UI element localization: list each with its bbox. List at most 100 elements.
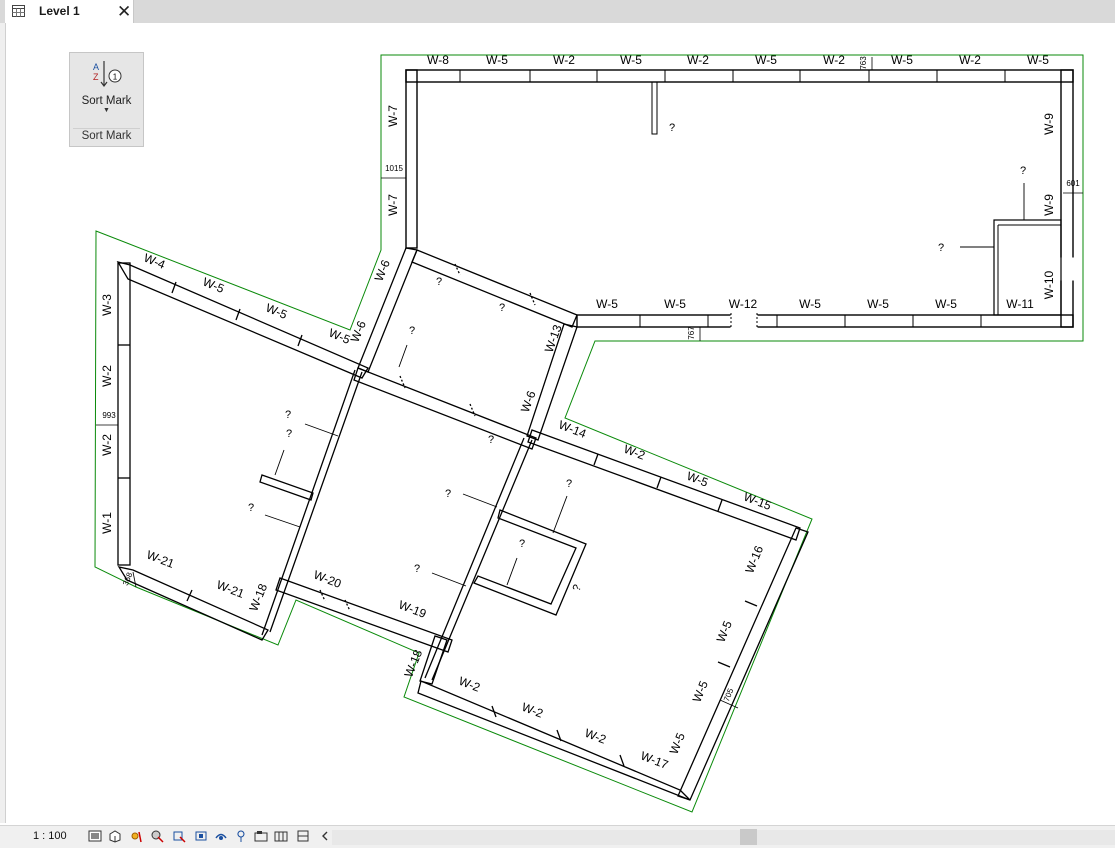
reveal-hidden-icon[interactable] — [254, 829, 268, 843]
chevron-down-icon[interactable]: ▼ — [70, 107, 143, 114]
wall-tag: W-14 — [557, 418, 589, 441]
wall-tag: W-8 — [427, 53, 449, 67]
svg-text:A: A — [93, 62, 99, 72]
floor-plan-icon — [12, 5, 25, 17]
panel-title: Sort Mark — [81, 130, 132, 142]
unknown-tag: ? — [499, 302, 505, 314]
wall-tag: W-12 — [729, 297, 758, 311]
wall-tag: W-7 — [386, 105, 400, 127]
wall-tag: W-6 — [372, 257, 393, 283]
unknown-tag: ? — [571, 583, 584, 593]
wall-tag: W-5 — [935, 297, 957, 311]
unknown-tag: ? — [566, 478, 572, 490]
wall-tag: W-4 — [142, 251, 168, 272]
unknown-tag: ? — [248, 502, 254, 514]
wall-tag: W-2 — [687, 53, 709, 67]
wall-tag: W-3 — [100, 294, 114, 316]
shadows-icon[interactable] — [150, 829, 164, 843]
wall-tag: W-10 — [1042, 270, 1056, 299]
wall-tag: W-9 — [1042, 194, 1056, 216]
wall-tag: W-2 — [622, 442, 648, 463]
dimension-value: 767 — [687, 326, 696, 340]
wall-tag: W-5 — [891, 53, 913, 67]
sun-path-icon[interactable] — [128, 829, 142, 843]
wall-tag: W-2 — [457, 674, 483, 695]
wall-tag: W-6 — [348, 318, 369, 344]
panel-divider — [73, 128, 140, 129]
view-control-bar: 1 : 100 — [0, 825, 1115, 848]
wall-tag: W-5 — [664, 297, 686, 311]
wall-tag: W-2 — [520, 700, 546, 721]
wall-tag: W-20 — [312, 568, 344, 591]
dimension-value: 1015 — [385, 164, 403, 173]
wall-tag: W-13 — [542, 323, 565, 355]
wall-tag: W-5 — [755, 53, 777, 67]
dimension-lines — [96, 57, 1083, 709]
wall-tag: W-5 — [1027, 53, 1049, 67]
detail-level-icon[interactable] — [88, 829, 102, 843]
unknown-tag: ? — [286, 428, 292, 440]
show-crop-icon[interactable] — [194, 829, 208, 843]
leader-lines — [264, 183, 1025, 587]
sort-mark-panel: A Z 1 Sort Mark ▼ Sort Mark — [69, 52, 144, 147]
wall-tag: W-2 — [553, 53, 575, 67]
wall-tag: W-16 — [742, 543, 766, 575]
visual-style-icon[interactable] — [108, 829, 122, 843]
wall-group-upper — [405, 69, 1076, 330]
unknown-tag: ? — [519, 538, 525, 550]
wall-tag: W-15 — [742, 490, 774, 513]
unknown-tag: ? — [488, 434, 494, 446]
unknown-tag: ? — [1020, 165, 1026, 177]
wall-tag: W-5 — [620, 53, 642, 67]
horizontal-scrollbar[interactable] — [332, 830, 1115, 845]
unknown-tag: ? — [436, 276, 442, 288]
analytical-model-icon[interactable] — [296, 829, 310, 843]
sort-mark-label: Sort Mark — [81, 95, 132, 107]
wall-tags: W-8 W-5 W-2 W-5 W-2 W-5 W-2 W-5 W-2 W-5 … — [100, 53, 1056, 772]
unknown-tag: ? — [285, 409, 291, 421]
scrollbar-thumb[interactable] — [740, 829, 757, 845]
sort-az-icon: A Z 1 — [93, 61, 122, 87]
wall-tag: W-11 — [1006, 297, 1034, 311]
worksharing-icon[interactable] — [274, 829, 288, 843]
wall-tag: W-5 — [867, 297, 889, 311]
unlock-3d-icon[interactable] — [214, 829, 228, 843]
floor-plan-canvas[interactable]: W-8 W-5 W-2 W-5 W-2 W-5 W-2 W-5 W-2 W-5 … — [0, 23, 1115, 825]
wall-tag: W-7 — [386, 194, 400, 216]
wall-tag: W-5 — [486, 53, 508, 67]
wall-tag: W-5 — [690, 678, 711, 704]
wall-group-lower-right — [275, 429, 809, 801]
wall-tag: W-5 — [596, 297, 618, 311]
wall-tag: W-5 — [799, 297, 821, 311]
dimension-value: 601 — [1066, 179, 1080, 188]
wall-tag: W-2 — [583, 726, 609, 747]
wall-tag: W-19 — [397, 598, 429, 621]
view-scale[interactable]: 1 : 100 — [33, 830, 67, 842]
wall-tag: W-2 — [100, 365, 114, 387]
temporary-hide-icon[interactable] — [234, 829, 248, 843]
tab-level-1[interactable]: Level 1 ✕ — [5, 0, 134, 23]
close-icon[interactable]: ✕ — [117, 0, 131, 23]
wall-tag: W-1 — [100, 512, 114, 534]
dimension-value: 763 — [859, 56, 868, 70]
scroll-left-icon[interactable] — [318, 829, 332, 843]
sort-mark-button[interactable]: A Z 1 Sort Mark ▼ — [70, 53, 143, 129]
unknown-tag: ? — [938, 242, 944, 254]
unknown-tag: ? — [414, 563, 420, 575]
wall-tag: W-2 — [823, 53, 845, 67]
unknown-tag: ? — [445, 488, 451, 500]
wall-tag: W-2 — [100, 434, 114, 456]
wall-tag: W-17 — [639, 749, 671, 772]
unknown-tags: ? ? ? ? ? ? ? ? ? ? ? ? ? ? ? — [248, 122, 1026, 593]
svg-text:Z: Z — [93, 72, 99, 82]
wall-tag: W-9 — [1042, 113, 1056, 135]
tab-title: Level 1 — [39, 4, 80, 18]
crop-view-icon[interactable] — [172, 829, 186, 843]
wall-tag: W-5 — [667, 730, 688, 756]
unknown-tag: ? — [669, 122, 675, 134]
unknown-tag: ? — [409, 325, 415, 337]
wall-tag: W-5 — [264, 301, 290, 322]
dimension-value: 993 — [102, 411, 116, 420]
wall-tag: W-5 — [714, 618, 735, 644]
view-tab-bar: Level 1 ✕ — [0, 0, 1115, 23]
